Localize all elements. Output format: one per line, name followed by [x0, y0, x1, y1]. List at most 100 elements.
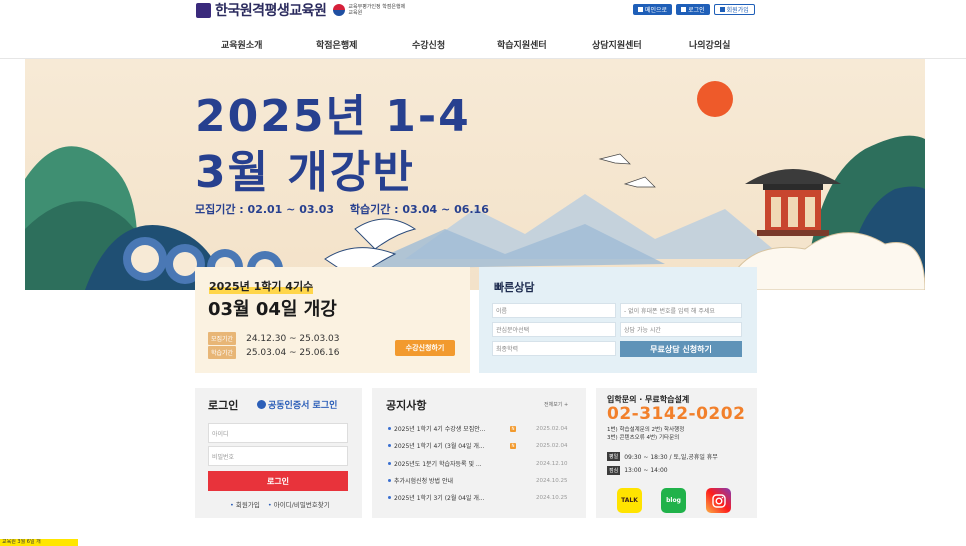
login-link[interactable]: 로그인 — [676, 4, 710, 15]
floating-bottom-tab[interactable]: 교육원 3월 6일 개 — [0, 539, 78, 546]
notice-panel: 공지사항 전체보기 + 2025년 1학기 4기 수강생 모집안... N 20… — [372, 388, 586, 518]
signup-link-bottom-label: 회원가입 — [235, 501, 260, 509]
notice-item-text: 2025년 1학기 4기 수강생 모집안... — [394, 426, 486, 433]
instagram-icon[interactable] — [706, 488, 731, 513]
main-navigation: 교육원소개 학점은행제 수강신청 학습지원센터 상담지원센터 나의강의실 — [0, 26, 966, 59]
notice-title: 공지사항 — [386, 399, 427, 412]
banner-recruit-period: 모집기간 : 02.01 ~ 03.03 — [195, 203, 335, 216]
weekday-hours: 09:30 ~ 18:30 / 토,일,공휴일 휴무 — [624, 454, 718, 461]
course-recruit-row: 모집기간 24.12.30 ~ 25.03.03 — [208, 332, 340, 345]
recruit-period-range: 24.12.30 ~ 25.03.03 — [246, 333, 340, 344]
nav-item-credit-bank[interactable]: 학점은행제 — [316, 38, 357, 51]
instagram-glyph — [711, 493, 726, 508]
recruit-period-chip: 모집기간 — [208, 332, 237, 345]
inquiry-panel: 입학문의 · 무료학습설계 02-3142-0202 1번) 학습설계문의 2번… — [596, 388, 757, 518]
site-logo[interactable]: 한국원격평생교육원 교육부평가인정 학점은행제교육원 — [196, 0, 406, 20]
notice-view-all-link[interactable]: 전체보기 + — [544, 401, 568, 408]
signup-link-label: 회원가입 — [726, 7, 749, 14]
notice-item-text: 2025년 1학기 4기 (3월 04일 개... — [394, 443, 485, 450]
name-input[interactable]: 이름 — [492, 303, 616, 318]
study-period-range: 25.03.04 ~ 25.06.16 — [246, 347, 340, 358]
notice-item[interactable]: 2025년 1학기 4기 수강생 모집안... N 2025.02.04 — [388, 424, 578, 433]
lunch-chip: 점심 — [607, 466, 621, 475]
password-input[interactable]: 비밀번호 — [208, 446, 348, 466]
apply-course-button[interactable]: 수강신청하기 — [395, 340, 455, 356]
notice-item-date: 2024.10.25 — [536, 494, 568, 501]
login-title: 로그인 — [208, 399, 239, 412]
course-info-card: 2025년 1학기 4기수 03월 04일 개강 모집기간 24.12.30 ~… — [195, 267, 470, 373]
find-account-link-label: 아이디/비밀번호찾기 — [273, 501, 330, 509]
nav-item-learning-support[interactable]: 학습지원센터 — [497, 38, 547, 51]
kakaotalk-icon[interactable]: TALK — [617, 488, 642, 513]
certificate-login-link[interactable]: 공동인증서 로그인 — [257, 398, 337, 411]
bullet-icon — [388, 427, 391, 430]
login-panel: 로그인 공동인증서 로그인 아이디 비밀번호 로그인 • 회원가입 • 아이디/… — [195, 388, 362, 518]
phone-input[interactable]: - 없이 휴대폰 번호를 입력 해 주세요 — [620, 303, 742, 318]
home-icon — [638, 7, 643, 12]
notice-item-date: 2025.02.04 — [536, 425, 568, 432]
blog-icon[interactable]: blog — [661, 488, 686, 513]
nav-item-counseling[interactable]: 상담지원센터 — [592, 38, 642, 51]
notice-item[interactable]: 2025년 1학기 4기 (3월 04일 개... N 2025.02.04 — [388, 441, 578, 450]
certificate-icon — [257, 400, 266, 409]
nav-item-enroll[interactable]: 수강신청 — [412, 38, 445, 51]
user-icon — [719, 7, 725, 12]
bullet-icon — [388, 496, 391, 499]
notice-item[interactable]: 2025년도 1분기 학습자등록 및 ... 2024.12.10 — [388, 459, 578, 468]
inquiry-phone[interactable]: 02-3142-0202 — [607, 404, 745, 424]
login-button[interactable]: 로그인 — [208, 471, 348, 491]
taegeuk-icon — [333, 4, 346, 16]
interest-select[interactable]: 관심분야선택 — [492, 322, 616, 337]
signup-link[interactable]: 회원가입 — [713, 4, 755, 15]
education-select[interactable]: 최종학력 — [492, 341, 616, 356]
login-link-label: 로그인 — [688, 7, 705, 14]
lock-icon — [681, 7, 687, 12]
home-link-label: 메인으로 — [645, 7, 668, 14]
notice-item-date: 2024.12.10 — [536, 460, 568, 467]
course-term-tag: 2025년 1학기 4기수 — [209, 278, 314, 294]
nav-item-about[interactable]: 교육원소개 — [221, 38, 262, 51]
weekday-chip: 평일 — [607, 452, 621, 461]
notice-item[interactable]: 2025년 1학기 3기 (2월 04일 개... 2024.10.25 — [388, 493, 578, 502]
new-badge-icon: N — [510, 442, 516, 449]
new-badge-icon: N — [510, 425, 516, 432]
certificate-login-label: 공동인증서 로그인 — [268, 401, 338, 411]
study-period-chip: 학습기간 — [208, 346, 237, 359]
notice-item-text: 추가시험신청 방법 안내 — [394, 478, 454, 485]
banner-title-line2: 3월 개강반 — [195, 147, 415, 198]
inquiry-menu-info: 1번) 학습설계문의 2번) 학사행정 3번) 콘텐츠오류 4번) 기타문의 — [607, 426, 684, 442]
find-account-link[interactable]: • 아이디/비밀번호찾기 — [268, 499, 330, 509]
banner-periods: 모집기간 : 02.01 ~ 03.03 학습기간 : 03.04 ~ 06.1… — [195, 201, 501, 217]
free-consult-button[interactable]: 무료상담 신청하기 — [620, 341, 742, 357]
quick-consult-title: 빠른상담 — [494, 281, 535, 294]
home-link[interactable]: 메인으로 — [633, 4, 673, 15]
logo-subtitle: 교육부평가인정 학점은행제교육원 — [348, 4, 406, 16]
banner-illustration — [25, 81, 925, 290]
logo-text: 한국원격평생교육원 — [215, 3, 327, 19]
lunch-hours-row: 점심 13:00 ~ 14:00 — [607, 466, 668, 475]
hero-banner[interactable]: 2025년 1-4 3월 개강반 모집기간 : 02.01 ~ 03.03 학습… — [25, 59, 925, 290]
weekday-hours-row: 평일 09:30 ~ 18:30 / 토,일,공휴일 휴무 — [607, 452, 718, 461]
notice-item[interactable]: 추가시험신청 방법 안내 2024.10.25 — [388, 476, 578, 485]
available-time-select[interactable]: 상담 가능 시간 — [620, 322, 742, 337]
inquiry-menu-line2: 3번) 콘텐츠오류 4번) 기타문의 — [607, 435, 680, 441]
notice-item-text: 2025년도 1분기 학습자등록 및 ... — [394, 461, 482, 468]
seal-icon — [196, 2, 211, 18]
bullet-icon — [388, 462, 391, 465]
nav-item-my-classroom[interactable]: 나의강의실 — [689, 38, 730, 51]
banner-study-period: 학습기간 : 03.04 ~ 06.16 — [349, 203, 489, 216]
accreditation-mark: 교육부평가인정 학점은행제교육원 — [333, 4, 406, 16]
notice-item-text: 2025년 1학기 3기 (2월 04일 개... — [394, 495, 485, 502]
banner-title: 2025년 1-4 3월 개강반 — [195, 89, 471, 201]
course-start-date: 03월 04일 개강 — [208, 299, 337, 320]
banner-title-line1: 2025년 1-4 — [195, 91, 471, 142]
inquiry-menu-line1: 1번) 학습설계문의 2번) 학사행정 — [607, 427, 685, 433]
user-id-input[interactable]: 아이디 — [208, 423, 348, 443]
top-header: 한국원격평생교육원 교육부평가인정 학점은행제교육원 메인으로 로그인 회원가입 — [0, 0, 966, 26]
signup-link-bottom[interactable]: • 회원가입 — [230, 499, 260, 509]
bullet-icon — [388, 479, 391, 482]
course-study-row: 학습기간 25.03.04 ~ 25.06.16 — [208, 346, 340, 359]
notice-item-date: 2025.02.04 — [536, 442, 568, 449]
lunch-hours: 13:00 ~ 14:00 — [624, 467, 668, 474]
login-links: • 회원가입 • 아이디/비밀번호찾기 — [230, 499, 330, 509]
